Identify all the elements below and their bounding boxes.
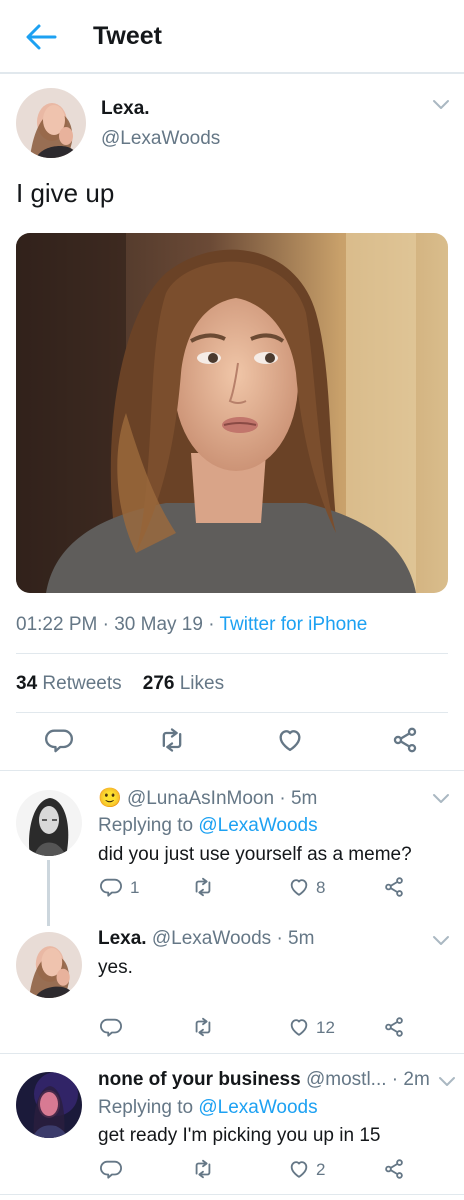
reply-avatar[interactable] <box>16 932 82 998</box>
retweet-icon[interactable] <box>158 726 186 754</box>
tweet-date: 30 May 19 <box>114 614 203 635</box>
reply-icon[interactable] <box>45 726 73 754</box>
like-count: 12 <box>316 1018 335 1037</box>
page-title: Tweet <box>93 22 162 50</box>
meta-separator: · <box>208 614 220 635</box>
likes-count: 276 <box>142 673 175 694</box>
author-name[interactable]: Lexa. <box>101 98 150 120</box>
reply-text: did you just use yourself as a meme? <box>98 844 412 865</box>
reply-icon[interactable] <box>100 876 122 898</box>
divider <box>16 712 448 713</box>
reply-time: 5m <box>288 928 315 949</box>
chevron-down-icon[interactable] <box>432 934 450 948</box>
chevron-down-icon[interactable] <box>432 98 450 112</box>
like-icon[interactable] <box>276 726 304 754</box>
meta-separator: · <box>391 1069 404 1090</box>
reply-handle[interactable]: @LexaWoods <box>152 928 271 949</box>
reply-handle[interactable]: @mostl... <box>306 1069 387 1090</box>
author-handle[interactable]: @LexaWoods <box>101 128 220 150</box>
reply-text: get ready I'm picking you up in 15 <box>98 1125 381 1146</box>
likes-stat[interactable]: 276 Likes <box>143 673 224 694</box>
back-arrow-icon[interactable] <box>24 22 58 52</box>
replying-to: Replying to @LexaWoods <box>98 1097 318 1119</box>
share-icon[interactable] <box>383 1158 405 1180</box>
author-avatar[interactable] <box>16 88 86 158</box>
replying-to-label: Replying to <box>98 1097 194 1118</box>
chevron-down-icon[interactable] <box>438 1075 456 1089</box>
reply-icon[interactable] <box>100 1158 122 1180</box>
meta-separator: · <box>276 928 289 949</box>
like-icon[interactable] <box>288 1016 310 1038</box>
retweet-icon[interactable] <box>192 1158 214 1180</box>
replying-to-link[interactable]: @LexaWoods <box>198 815 317 836</box>
chevron-down-icon[interactable] <box>432 792 450 806</box>
share-icon[interactable] <box>391 726 419 754</box>
reply-time: 2m <box>403 1069 430 1090</box>
like-count: 8 <box>316 878 326 897</box>
divider <box>0 1194 464 1195</box>
reply-name[interactable]: Lexa. <box>98 928 147 949</box>
like-icon[interactable] <box>288 876 310 898</box>
reply-header: Lexa. @LexaWoods · 5m <box>98 928 314 950</box>
tweet-source-link[interactable]: Twitter for iPhone <box>220 614 368 635</box>
share-icon[interactable] <box>383 876 405 898</box>
engagement-stats: 34 Retweets 276 Likes <box>16 673 224 695</box>
reply-handle[interactable]: @LunaAsInMoon <box>127 788 274 809</box>
reply-icon[interactable] <box>100 1016 122 1038</box>
reply-header: none of your business @mostl... · 2m <box>98 1069 430 1091</box>
retweet-icon[interactable] <box>192 1016 214 1038</box>
emoji-display-name: 🙂 <box>98 788 122 809</box>
retweet-icon[interactable] <box>192 876 214 898</box>
divider <box>16 653 448 654</box>
reply-count: 1 <box>130 878 140 897</box>
replying-to-link[interactable]: @LexaWoods <box>198 1097 317 1118</box>
reply-text: yes. <box>98 957 133 978</box>
like-icon[interactable] <box>288 1158 310 1180</box>
retweets-label: Retweets <box>42 673 122 694</box>
meta-separator: · <box>102 614 115 635</box>
meta-separator: · <box>279 788 291 809</box>
replying-to-label: Replying to <box>98 815 194 836</box>
reply-avatar[interactable] <box>16 790 82 856</box>
tweet-photo[interactable] <box>16 233 448 593</box>
tweet-time: 01:22 PM <box>16 614 98 635</box>
reply-time: 5m <box>290 788 318 809</box>
reply-avatar[interactable] <box>16 1072 82 1138</box>
retweets-count: 34 <box>16 673 38 694</box>
top-bar: Tweet <box>0 0 464 74</box>
divider <box>0 770 464 771</box>
share-icon[interactable] <box>383 1016 405 1038</box>
tweet-meta: 01:22 PM · 30 May 19 · Twitter for iPhon… <box>16 614 367 636</box>
reply-header: 🙂 @LunaAsInMoon · 5m <box>98 786 317 810</box>
replying-to: Replying to @LexaWoods <box>98 815 318 837</box>
divider <box>0 1053 464 1054</box>
reply-name[interactable]: none of your business <box>98 1069 301 1090</box>
likes-label: Likes <box>179 673 225 694</box>
thread-line <box>47 860 50 926</box>
tweet-text: I give up <box>16 178 115 208</box>
like-count: 2 <box>316 1160 326 1179</box>
retweets-stat[interactable]: 34 Retweets <box>16 673 122 694</box>
